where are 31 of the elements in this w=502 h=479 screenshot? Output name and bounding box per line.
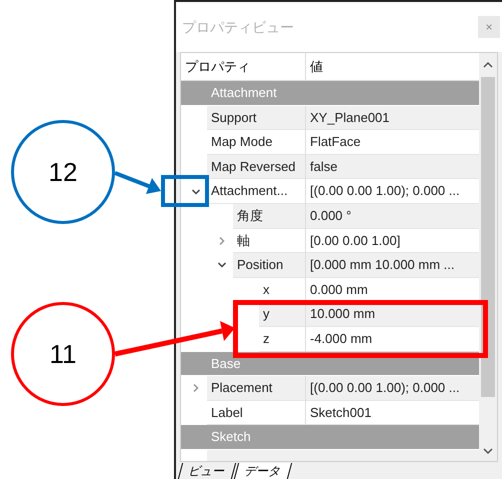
property-name[interactable]: Map Reversed — [207, 154, 305, 180]
property-name[interactable]: 角度 — [233, 204, 305, 229]
property-name[interactable]: Placement — [207, 376, 305, 401]
callout-arrow — [114, 170, 162, 196]
property-value[interactable]: false — [306, 154, 479, 180]
scroll-up-icon[interactable] — [483, 61, 493, 69]
property-name[interactable]: 軸 — [233, 228, 305, 254]
chevron-right-icon[interactable] — [217, 236, 227, 246]
property-value[interactable]: [(0.00 0.00 1.00); 0.000 ... — [306, 376, 479, 401]
scrollbar[interactable] — [479, 53, 497, 461]
scroll-down-icon[interactable] — [483, 447, 493, 455]
column-header[interactable]: プロパティ — [181, 53, 306, 80]
group-header: Sketch — [181, 425, 479, 450]
column-header[interactable]: 値 — [306, 53, 479, 80]
property-name[interactable]: Position — [233, 253, 305, 278]
group-header: Attachment — [181, 81, 479, 106]
property-name[interactable]: Support — [207, 106, 305, 130]
highlight-frame — [161, 175, 209, 207]
chevron-down-icon[interactable] — [217, 260, 227, 270]
chevron-right-icon[interactable] — [191, 383, 201, 394]
tab[interactable]: データ — [234, 463, 292, 479]
tab[interactable]: ビュー — [178, 463, 236, 479]
chevron-down-icon[interactable] — [191, 186, 201, 197]
scroll-thumb[interactable] — [481, 77, 495, 397]
property-value[interactable]: XY_Plane001 — [306, 106, 479, 130]
property-value[interactable]: 0.000 ° — [306, 204, 479, 229]
property-value[interactable]: [0.00 0.00 1.00] — [306, 228, 479, 254]
property-value[interactable]: [0.000 mm 10.000 mm ... — [306, 253, 479, 278]
property-name[interactable]: Label — [207, 400, 305, 426]
panel-title: プロパティビュー — [182, 18, 294, 36]
property-value[interactable]: Sketch001 — [306, 400, 479, 426]
